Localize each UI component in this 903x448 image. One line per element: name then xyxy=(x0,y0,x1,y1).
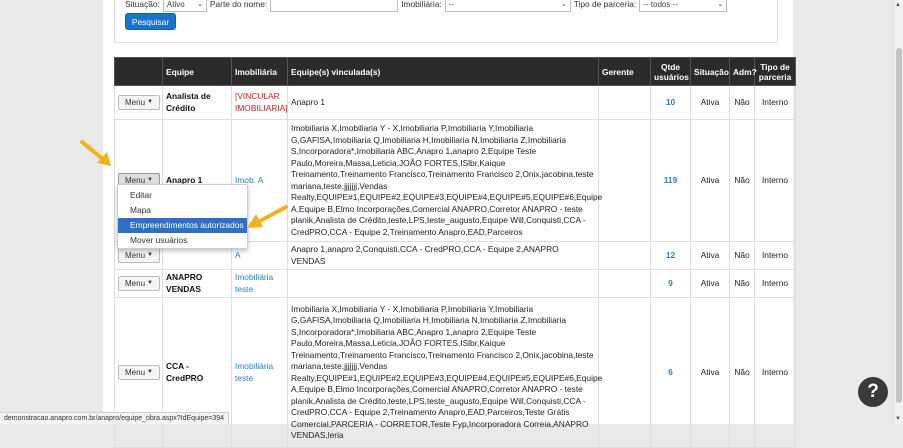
cell-gerente xyxy=(598,297,651,448)
page-scrollbar[interactable]: ▲ ▼ xyxy=(893,0,903,424)
table-row: Menu ▼ Analista de Crédito [VINCULAR IMOB… xyxy=(114,85,796,120)
cell-equipe: CCA - CredPRO xyxy=(162,297,232,448)
cell-situacao: Ativa xyxy=(690,241,730,270)
header-menu xyxy=(114,57,163,86)
cell-vinculadas: Imobiliaria X,Imobiliaria Y - X,Imobilia… xyxy=(287,119,602,242)
search-button[interactable]: Pesquisar xyxy=(125,13,176,30)
chevron-down-icon: ⌄ xyxy=(197,1,203,8)
imobiliaria-label: Imobiliária: xyxy=(401,0,442,9)
header-adm[interactable]: Adm? xyxy=(729,57,757,86)
annotation-arrow-icon xyxy=(247,205,288,228)
cell-situacao: Ativa xyxy=(690,119,730,242)
cell-gerente xyxy=(598,269,651,298)
cell-imobiliaria-link[interactable]: Imobiliária teste xyxy=(231,297,288,448)
chevron-down-icon: ⌄ xyxy=(717,1,724,8)
header-gerente[interactable]: Gerente xyxy=(598,57,651,86)
header-qtde[interactable]: Qtde usuários xyxy=(650,57,691,86)
row-menu-dropdown: Editar Mapa Empreendimentos autorizados … xyxy=(117,184,248,249)
nome-label: Parte do nome: xyxy=(209,0,268,9)
cell-vinculadas: Anapro 1,anapro 2,Conquisti,CCA - CredPR… xyxy=(287,241,599,270)
help-button[interactable]: ? xyxy=(858,377,888,407)
row-menu-button[interactable]: Menu ▼ xyxy=(118,276,160,291)
menu-item-mapa[interactable]: Mapa xyxy=(118,203,247,218)
cell-adm: Não xyxy=(729,119,755,242)
teams-table: Equipe Imobiliária Equipe(s) vinculada(s… xyxy=(114,57,796,448)
cell-vinculadas: Anapro 1 xyxy=(287,85,599,120)
annotation-arrow-icon xyxy=(80,140,111,166)
caret-down-icon: ▼ xyxy=(147,251,153,258)
caret-down-icon: ▼ xyxy=(147,368,153,375)
cell-imobiliaria-link[interactable]: Imobiliária teste xyxy=(231,269,288,298)
table-header: Equipe Imobiliária Equipe(s) vinculada(s… xyxy=(114,57,796,86)
cell-gerente xyxy=(598,119,651,242)
filter-row: Situação: Ativo ⌄ Parte do nome: Imobili… xyxy=(125,0,728,12)
cell-situacao: Ativa xyxy=(690,269,730,298)
cell-imobiliaria-link[interactable]: [VINCULAR IMOBILIARIA] xyxy=(231,85,288,120)
cell-situacao: Ativa xyxy=(690,85,730,120)
parceria-label: Tipo de parceria: xyxy=(573,0,637,9)
table-row: Menu ▼ ANAPRO VENDAS Imobiliária teste 9 … xyxy=(114,269,796,298)
cell-qtde-link[interactable]: 6 xyxy=(650,297,691,448)
parceria-value: -- todos -- xyxy=(643,0,678,9)
row-menu-button[interactable]: Menu ▼ xyxy=(118,365,160,380)
cell-qtde-link[interactable]: 9 xyxy=(650,269,691,298)
cell-gerente xyxy=(598,241,651,270)
imobiliaria-select[interactable]: -- ⌄ xyxy=(444,0,571,12)
header-equipe[interactable]: Equipe xyxy=(162,57,232,86)
status-bar-url: demonstracao.anapro.com.br/anapro/equipe… xyxy=(0,412,230,424)
cell-equipe: ANAPRO VENDAS xyxy=(162,269,232,298)
header-imobiliaria[interactable]: Imobiliária xyxy=(231,57,288,86)
cell-tipo: Interno xyxy=(754,85,796,120)
cell-qtde-link[interactable]: 12 xyxy=(650,241,691,270)
header-tipo[interactable]: Tipo de parceria xyxy=(754,57,796,86)
header-vinculadas[interactable]: Equipe(s) vinculada(s) xyxy=(287,57,599,86)
row-menu-button[interactable]: Menu ▼ xyxy=(118,95,160,110)
imobiliaria-value: -- xyxy=(448,0,455,9)
header-situacao[interactable]: Situação xyxy=(690,57,730,86)
situacao-value: Ativo xyxy=(166,0,185,9)
cell-vinculadas xyxy=(287,269,599,298)
row-menu-button[interactable]: Menu ▼ xyxy=(118,248,160,263)
situacao-label: Situação: xyxy=(125,0,160,9)
cell-adm: Não xyxy=(729,269,755,298)
parceria-select[interactable]: -- todos -- ⌄ xyxy=(639,0,728,12)
menu-item-empreendimentos[interactable]: Empreendimentos autorizados xyxy=(118,218,247,233)
cell-vinculadas: Imobiliaria X,Imobiliaria Y - X,Imobilia… xyxy=(287,297,602,448)
cell-tipo: Interno xyxy=(754,297,796,448)
nome-input[interactable] xyxy=(270,0,399,12)
cell-tipo: Interno xyxy=(754,269,796,298)
filter-panel: Situação: Ativo ⌄ Parte do nome: Imobili… xyxy=(114,0,778,43)
cell-adm: Não xyxy=(729,297,755,448)
cell-qtde-link[interactable]: 10 xyxy=(650,85,691,120)
cell-adm: Não xyxy=(729,85,755,120)
caret-down-icon: ▼ xyxy=(147,98,153,105)
situacao-select[interactable]: Ativo ⌄ xyxy=(162,0,207,12)
cell-equipe: Analista de Crédito xyxy=(162,85,232,120)
scroll-down-icon[interactable]: ▼ xyxy=(895,416,901,422)
cell-situacao: Ativa xyxy=(690,297,730,448)
cell-tipo: Interno xyxy=(754,119,796,242)
cell-tipo: Interno xyxy=(754,241,796,270)
caret-down-icon: ▼ xyxy=(147,279,153,286)
cell-qtde-link[interactable]: 119 xyxy=(650,119,691,242)
scroll-up-icon[interactable]: ▲ xyxy=(895,2,901,8)
cell-gerente xyxy=(598,85,651,120)
scrollbar-thumb[interactable] xyxy=(896,48,902,403)
table-row: Menu ▼ CCA - CredPRO Imobiliária teste Im… xyxy=(114,297,796,448)
cell-adm: Não xyxy=(729,241,755,270)
menu-item-editar[interactable]: Editar xyxy=(118,188,247,203)
chevron-down-icon: ⌄ xyxy=(560,1,567,8)
menu-item-mover-usuarios[interactable]: Mover usuários xyxy=(118,233,247,248)
